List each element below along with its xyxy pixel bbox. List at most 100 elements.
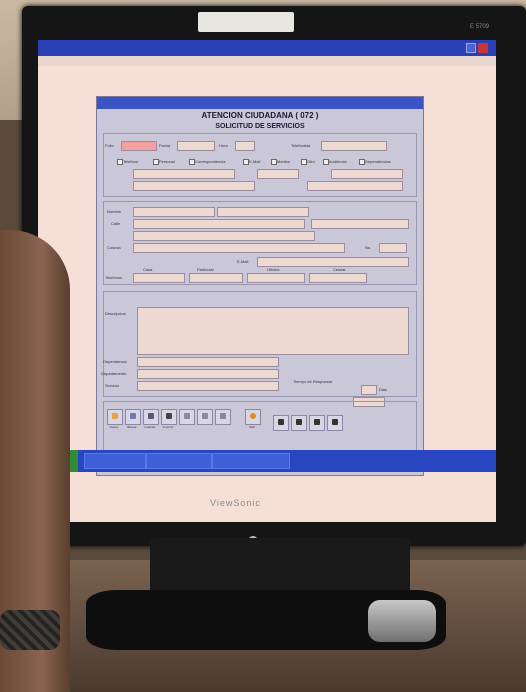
prev-icon [296, 419, 302, 425]
taskbar-item[interactable] [84, 453, 146, 469]
monitor-brand-logo: ViewSonic [210, 498, 261, 508]
casa-label: Casa [143, 267, 153, 272]
next-record-button[interactable] [309, 415, 325, 431]
side-links [359, 417, 419, 451]
telefono-oficina-field[interactable] [247, 273, 305, 283]
dias-label: Dias [379, 387, 388, 392]
taskbar [38, 450, 496, 472]
exit-button[interactable] [245, 409, 261, 425]
taskbar-item[interactable] [146, 453, 212, 469]
bracelet [0, 610, 60, 650]
new-icon [112, 413, 118, 419]
departamento-label: Departamento [101, 371, 127, 376]
tiempo-respuesta-label: Tiempo de Respuesta [293, 379, 332, 384]
maximize-icon[interactable] [466, 43, 476, 53]
telefono-celular-field[interactable] [309, 273, 367, 283]
departamento-select[interactable] [137, 369, 279, 379]
dependencia-select[interactable] [137, 357, 279, 367]
telefonos-label: Telefonos [105, 275, 123, 280]
service-request-form: ATENCION CIUDADANA ( 072 ) SOLICITUD DE … [96, 96, 424, 476]
fecha-field[interactable] [177, 141, 215, 151]
form-title-bar [97, 97, 423, 109]
toolbar-icon [184, 413, 190, 419]
telefono-particular-field[interactable] [189, 273, 243, 283]
toolbar-label: Salir [248, 425, 255, 429]
toolbar-label: Buscar [127, 425, 137, 429]
first-record-button[interactable] [273, 415, 289, 431]
toolbar-label: Imprimir [162, 425, 174, 429]
nombre-label: Nombre [107, 209, 122, 214]
servicio-label: Servicio [105, 383, 120, 388]
metal-knob [368, 600, 436, 642]
checkbox-label: Medios [277, 159, 290, 164]
folio-label: Folio [105, 143, 114, 148]
fecha-label: Fecha [159, 143, 171, 148]
email-field[interactable] [257, 257, 409, 267]
request-detail-field[interactable] [133, 169, 235, 179]
monitor-model-tag: E 5709 [470, 24, 490, 30]
monitor-sticker [198, 12, 294, 32]
print-icon [166, 413, 172, 419]
request-detail-field[interactable] [257, 169, 299, 179]
toolbar-button[interactable] [197, 409, 213, 425]
telefonista-label: Telefonista [291, 143, 311, 148]
save-button[interactable] [143, 409, 159, 425]
checkbox-label: Dependencias [365, 159, 391, 164]
checkbox-label: Audiencia [329, 159, 347, 164]
search-icon [130, 413, 136, 419]
telefonista-field[interactable] [321, 141, 387, 151]
form-subheading: SOLICITUD DE SERVICIOS [215, 123, 305, 130]
toolbar-button[interactable] [179, 409, 195, 425]
colonia-field[interactable] [133, 243, 345, 253]
prev-record-button[interactable] [291, 415, 307, 431]
save-icon [148, 413, 154, 419]
servicio-select[interactable] [137, 381, 279, 391]
tiempo-respuesta-field[interactable] [361, 385, 377, 395]
nombre-field[interactable] [133, 207, 215, 217]
checkbox-label: Personal [159, 159, 175, 164]
apellido-field[interactable] [217, 207, 309, 217]
colonia-label: Colonia [107, 245, 121, 250]
calle-extra-field[interactable] [311, 219, 409, 229]
last-icon [332, 419, 338, 425]
numero-field[interactable] [379, 243, 407, 253]
toolbar-label: Nuevo [109, 425, 119, 429]
toolbar-icon [220, 413, 226, 419]
app-title-bar [38, 40, 496, 56]
referencia-field[interactable] [133, 231, 315, 241]
print-button[interactable] [161, 409, 177, 425]
hora-field[interactable] [235, 141, 255, 151]
checkbox-label: Otro [307, 159, 315, 164]
monitor-screen: ATENCION CIUDADANA ( 072 ) SOLICITUD DE … [38, 40, 496, 522]
taskbar-item[interactable] [212, 453, 290, 469]
request-detail-field[interactable] [133, 181, 255, 191]
new-button[interactable] [107, 409, 123, 425]
dependencia-label: Dependencia [103, 359, 127, 364]
checkbox-label: Telefono [123, 159, 139, 164]
exit-icon [250, 413, 256, 419]
action-toolbar: Nuevo Buscar Guardar Imprimir Salir [107, 409, 267, 433]
folio-field[interactable] [121, 141, 157, 151]
toolbar-label: Guardar [144, 425, 156, 429]
search-button[interactable] [125, 409, 141, 425]
menu-bar [38, 56, 496, 66]
first-icon [278, 419, 284, 425]
hora-label: Hora [219, 143, 228, 148]
form-heading: ATENCION CIUDADANA ( 072 ) [201, 111, 319, 120]
celular-label: Celular [333, 267, 346, 272]
descripcion-textarea[interactable] [137, 307, 409, 355]
particular-label: Particular [197, 267, 214, 272]
calle-label: Calle [111, 221, 121, 226]
request-detail-field[interactable] [331, 169, 403, 179]
oficina-label: Oficina [267, 267, 280, 272]
email-label: E-Mail [237, 259, 249, 264]
telefono-casa-field[interactable] [133, 273, 185, 283]
last-record-button[interactable] [327, 415, 343, 431]
next-icon [314, 419, 320, 425]
toolbar-button[interactable] [215, 409, 231, 425]
request-detail-field[interactable] [307, 181, 403, 191]
close-icon[interactable] [478, 43, 488, 53]
calle-field[interactable] [133, 219, 305, 229]
descripcion-label: Descripcion [105, 311, 126, 316]
checkbox-label: Correspondencia [195, 159, 226, 164]
